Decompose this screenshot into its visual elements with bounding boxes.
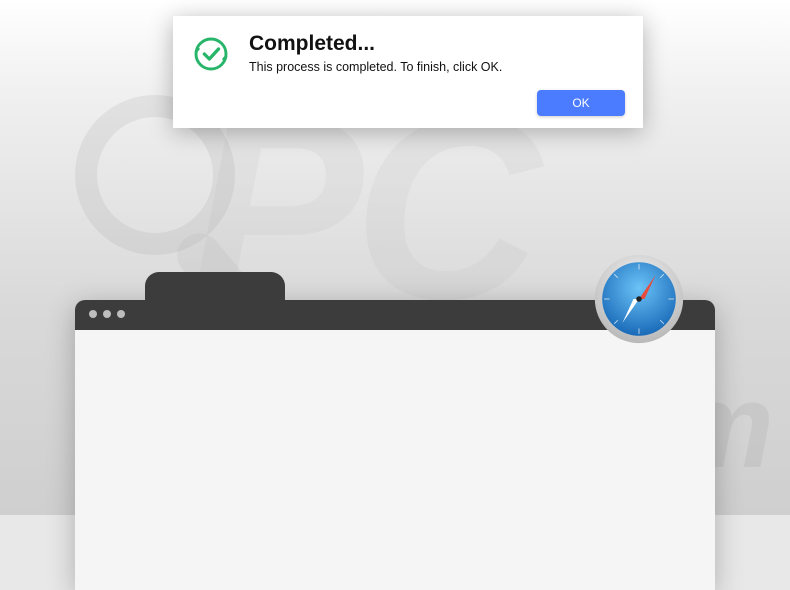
browser-content <box>75 330 715 590</box>
dialog-message: This process is completed. To finish, cl… <box>249 60 502 74</box>
window-controls <box>89 310 125 318</box>
ok-button[interactable]: OK <box>537 90 625 116</box>
browser-tab <box>145 272 285 300</box>
window-dot <box>103 310 111 318</box>
checkmark-circle-icon <box>191 34 231 74</box>
window-dot <box>89 310 97 318</box>
dialog-title: Completed... <box>249 32 502 56</box>
window-dot <box>117 310 125 318</box>
safari-icon <box>593 253 685 345</box>
completed-dialog: Completed... This process is completed. … <box>173 16 643 128</box>
background: PC risk.com <box>0 0 790 515</box>
